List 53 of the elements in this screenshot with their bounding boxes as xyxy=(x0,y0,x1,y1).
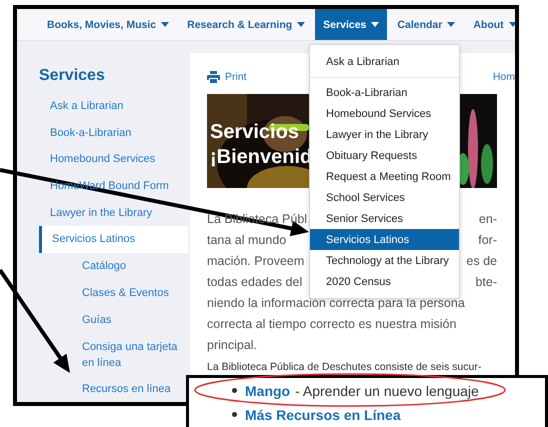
menu-item[interactable]: Lawyer in the Library xyxy=(310,124,459,145)
caret-icon xyxy=(161,22,170,27)
caret-icon xyxy=(447,22,456,27)
resource-description: - Aprender un nuevo lenguaje xyxy=(295,382,479,398)
menu-item[interactable]: Senior Services xyxy=(310,208,459,229)
sidebar-link[interactable]: Servicios Latinos xyxy=(39,226,188,253)
bullet-icon xyxy=(232,412,237,417)
paragraph-text: for- xyxy=(478,232,497,246)
printer-icon xyxy=(207,71,220,83)
bullet-icon xyxy=(232,388,237,393)
resource-link[interactable]: Más Recursos en Línea xyxy=(245,406,401,422)
paragraph-text: es de xyxy=(466,254,497,268)
banner-title: Servicios xyxy=(210,120,299,145)
print-link[interactable]: Print xyxy=(207,71,247,83)
nav-menu-button[interactable]: Research & Learning xyxy=(179,9,314,40)
sidebar-link[interactable]: Lawyer in the Library xyxy=(39,199,188,226)
sidebar-title: Services xyxy=(39,67,106,86)
menu-item[interactable]: Homebound Services xyxy=(310,103,459,124)
nav-menu-button[interactable]: Books, Movies, Music xyxy=(39,9,178,40)
nav-menu-button[interactable]: Calendar xyxy=(389,9,464,40)
paragraph-text: principal. xyxy=(207,338,258,352)
menu-item[interactable]: School Services xyxy=(310,187,459,208)
banner-title: ¡Bienvenid xyxy=(210,145,312,170)
sidebar-link[interactable]: Homebound Services xyxy=(39,146,188,173)
breadcrumb-link[interactable]: Hom xyxy=(492,71,515,83)
paragraph-text: La Biblioteca Pública de Deschutes consiste de seis sucur- xyxy=(207,361,482,373)
paragraph-text: todas edades del xyxy=(207,274,302,288)
sidebar-link[interactable]: Guías xyxy=(39,306,188,334)
paragraph-text: bte- xyxy=(475,274,497,288)
menu-item[interactable]: Servicios Latinos xyxy=(310,229,459,250)
menu-item[interactable]: Book-a-Librarian xyxy=(310,82,459,103)
paragraph-text: tana al mundo xyxy=(207,232,286,246)
nav-menu-button[interactable]: About xyxy=(465,9,515,40)
sidebar-link[interactable]: Recursos en línea xyxy=(39,376,188,402)
sidebar-link[interactable]: Book-a-Librarian xyxy=(39,120,188,146)
paragraph-text: niendo la información correcta para la persona xyxy=(207,296,465,310)
menu-item[interactable]: Obituary Requests xyxy=(310,145,459,166)
nav-menu-button[interactable]: Services xyxy=(315,9,388,40)
caret-icon xyxy=(508,22,515,27)
menu-item[interactable]: 2020 Census xyxy=(310,271,459,292)
caret-icon xyxy=(297,22,306,27)
sidebar-link[interactable]: Catálogo xyxy=(39,252,188,280)
paragraph-text: mación. Proveem xyxy=(207,254,304,268)
sidebar-link[interactable]: Clases & Eventos xyxy=(39,280,188,307)
paragraph-text: en- xyxy=(478,212,497,226)
menu-item[interactable]: Request a Meeting Room xyxy=(310,166,459,187)
sidebar-link[interactable]: Ask a Librarian xyxy=(39,93,188,120)
menu-item[interactable]: Technology at the Library xyxy=(310,250,459,271)
menu-item[interactable]: Ask a Librarian xyxy=(310,51,459,72)
sidebar-link[interactable]: Consiga una tarjeta en línea xyxy=(39,334,188,376)
resource-link[interactable]: Mango xyxy=(245,382,290,398)
caret-icon xyxy=(371,22,380,27)
paragraph-text: correcta al tiempo correcto es nuestra misión xyxy=(207,316,456,330)
